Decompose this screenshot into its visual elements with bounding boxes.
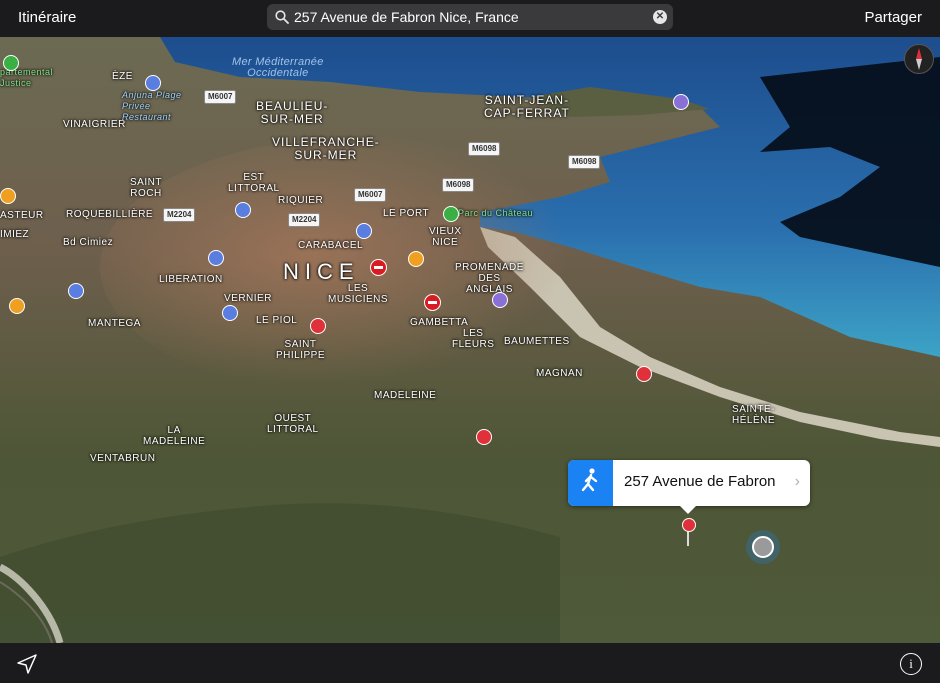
poi-pin-icon[interactable] [68, 283, 84, 299]
district-label: ROQUEBILLIÈRE [66, 209, 154, 220]
search-bar[interactable]: ✕ [267, 4, 673, 30]
district-label: SAINT PHILIPPE [276, 339, 326, 361]
current-location-dot [752, 536, 774, 558]
location-arrow-icon[interactable] [16, 653, 38, 675]
road-shield: M6098 [568, 155, 601, 169]
walk-directions-button[interactable] [568, 460, 613, 506]
district-label: MAGNAN [536, 368, 583, 379]
clear-icon[interactable]: ✕ [653, 10, 667, 24]
district-label: VENTABRUN [90, 453, 156, 464]
hospital-pin-icon[interactable] [310, 318, 326, 334]
district-label: VILLEFRANCHE- SUR-MER [272, 135, 380, 162]
district-label: PROMENADE DES ANGLAIS [455, 262, 524, 295]
district-label: EST LITTORAL [228, 172, 280, 194]
chevron-right-icon[interactable]: › [795, 473, 800, 491]
district-label: RIQUIER [278, 195, 324, 206]
satellite-map[interactable]: Mer Méditerranée Occidentale NICE ÈZE BEA… [0, 37, 940, 643]
district-label: VERNIER [224, 293, 272, 304]
poi-label: Parc du Château [458, 208, 534, 218]
location-callout[interactable]: 257 Avenue de Fabron › [568, 460, 810, 514]
hospital-pin-icon[interactable] [476, 429, 492, 445]
share-button[interactable]: Partager [864, 9, 922, 26]
district-label: ÈZE [112, 71, 133, 82]
district-label: ASTEUR [0, 210, 44, 221]
road-shield: M2204 [288, 213, 321, 227]
district-label: GAMBETTA [410, 317, 469, 328]
beach-pin-icon[interactable] [145, 75, 161, 91]
sea-label: Mer Méditerranée Occidentale [232, 56, 324, 79]
district-label: SAINTE- HÉLÈNE [732, 404, 776, 426]
city-label: NICE [283, 259, 360, 284]
district-label: BAUMETTES [504, 336, 570, 347]
poi-pin-icon[interactable] [356, 223, 372, 239]
hospital-pin-icon[interactable] [636, 366, 652, 382]
district-label: Bd Cimiez [63, 237, 114, 248]
district-label: LES FLEURS [452, 328, 495, 350]
district-label: VIEUX NICE [429, 226, 462, 248]
dropped-pin-stem [687, 530, 689, 546]
poi-pin-icon[interactable] [0, 188, 16, 204]
district-label: LIBERATION [159, 274, 223, 285]
poi-pin-icon[interactable] [673, 94, 689, 110]
poi-pin-icon[interactable] [492, 292, 508, 308]
district-label: VINAIGRIER [63, 119, 126, 130]
info-icon[interactable]: i [900, 653, 922, 675]
poi-pin-icon[interactable] [9, 298, 25, 314]
district-label: MADELEINE [374, 390, 437, 401]
district-label: LE PORT [383, 208, 430, 219]
district-label: LE PIOL [256, 315, 298, 326]
poi-pin-icon[interactable] [235, 202, 251, 218]
dropped-pin-icon[interactable] [682, 518, 696, 532]
district-label: LA MADELEINE [143, 425, 206, 447]
road-shield: M2204 [163, 208, 196, 222]
poi-label: Anjuna Plage Privée Restaurant [122, 90, 182, 122]
park-pin-icon[interactable] [443, 206, 459, 222]
walking-person-icon [581, 468, 598, 492]
district-label: CARABACEL [298, 240, 364, 251]
district-label: SAINT-JEAN- CAP-FERRAT [484, 93, 570, 120]
district-label: IMIEZ [0, 229, 30, 240]
district-label: SAINT ROCH [130, 177, 162, 199]
park-pin-icon[interactable] [3, 55, 19, 71]
poi-pin-icon[interactable] [222, 305, 238, 321]
road-shield: M6098 [468, 142, 501, 156]
no-entry-icon [370, 259, 387, 276]
search-icon [275, 10, 289, 24]
callout-title: 257 Avenue de Fabron [624, 473, 776, 490]
directions-button[interactable]: Itinéraire [18, 9, 76, 26]
bottom-bar: i [0, 643, 940, 683]
road-shield: M6098 [442, 178, 475, 192]
district-label: MANTEGA [88, 318, 141, 329]
top-bar: Itinéraire ✕ Partager [0, 0, 940, 37]
poi-pin-icon[interactable] [408, 251, 424, 267]
district-label: OUEST LITTORAL [267, 413, 319, 435]
district-label: LES MUSICIENS [328, 283, 389, 305]
compass-icon[interactable] [904, 44, 934, 74]
no-entry-icon [424, 294, 441, 311]
callout-tail [680, 506, 696, 514]
poi-pin-icon[interactable] [208, 250, 224, 266]
district-label: BEAULIEU- SUR-MER [256, 99, 329, 126]
road-shield: M6007 [204, 90, 237, 104]
search-input[interactable] [294, 7, 644, 27]
road-shield: M6007 [354, 188, 387, 202]
